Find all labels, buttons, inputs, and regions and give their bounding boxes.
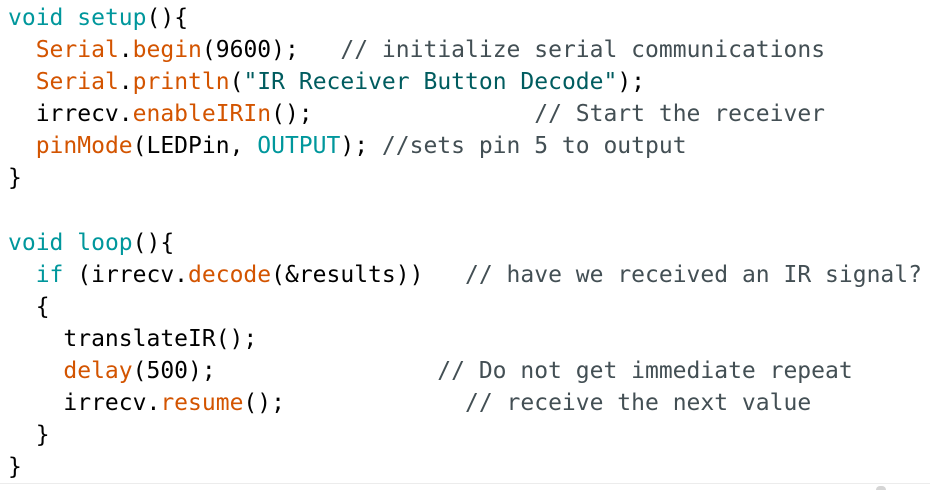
code-token: //sets pin 5 to output bbox=[381, 133, 687, 160]
code-token: // have we received an IR signal? bbox=[465, 261, 922, 288]
code-token: Serial bbox=[35, 37, 119, 64]
code-token: (LEDPin, bbox=[132, 133, 258, 160]
code-line: pinMode(LEDPin, OUTPUT); //sets pin 5 to… bbox=[8, 130, 930, 162]
code-token: } bbox=[8, 165, 22, 192]
code-token: (9600); bbox=[201, 37, 341, 64]
code-line: if (irrecv.decode(&results)) // have we … bbox=[8, 259, 930, 291]
code-token: void bbox=[8, 229, 64, 256]
code-token: OUTPUT bbox=[257, 133, 341, 160]
code-token: resume bbox=[160, 390, 244, 417]
code-token: translateIR(); bbox=[8, 325, 258, 352]
code-token: } bbox=[8, 454, 22, 481]
code-token: (); bbox=[271, 101, 535, 128]
code-token: begin bbox=[132, 37, 202, 64]
code-line: { bbox=[8, 291, 930, 323]
code-line: translateIR(); bbox=[8, 323, 930, 355]
code-token: (irrecv. bbox=[63, 261, 189, 288]
code-token: loop bbox=[77, 229, 133, 256]
code-line: Serial.println("IR Receiver Button Decod… bbox=[8, 66, 930, 98]
editor-bottom-edge bbox=[0, 483, 930, 490]
code-token: Serial bbox=[35, 69, 119, 96]
code-line: Serial.begin(9600); // initialize serial… bbox=[8, 34, 930, 66]
code-line: irrecv.resume(); // receive the next val… bbox=[8, 387, 930, 419]
code-token: (); bbox=[243, 390, 465, 417]
code-token: (){ bbox=[146, 5, 189, 31]
code-token: // receive the next value bbox=[464, 390, 812, 417]
code-token: (500); bbox=[132, 358, 438, 385]
code-token: void bbox=[8, 5, 64, 31]
code-token: enableIRIn bbox=[132, 101, 272, 128]
code-token: (){ bbox=[132, 229, 175, 256]
code-editor[interactable]: void setup(){ Serial.begin(9600); // ini… bbox=[8, 2, 930, 490]
code-token: { bbox=[8, 293, 50, 320]
code-token: // Start the receiver bbox=[534, 101, 826, 128]
code-token: } bbox=[8, 422, 50, 449]
code-line: } bbox=[8, 419, 930, 451]
code-token: (&results)) bbox=[271, 261, 465, 288]
code-token: ); bbox=[340, 133, 382, 160]
code-line: void setup(){ bbox=[8, 2, 930, 34]
code-token: if bbox=[35, 261, 64, 288]
scrollbar-thumb[interactable] bbox=[876, 486, 886, 490]
code-line: } bbox=[8, 162, 930, 194]
code-token: println bbox=[132, 69, 230, 96]
code-line: delay(500); // Do not get immediate repe… bbox=[8, 355, 930, 387]
code-token: ); bbox=[617, 69, 646, 96]
code-token: setup bbox=[77, 5, 147, 31]
code-token: // initialize serial communications bbox=[340, 37, 826, 64]
code-token: pinMode bbox=[35, 133, 133, 160]
code-token: delay bbox=[63, 358, 133, 385]
code-token: // Do not get immediate repeat bbox=[437, 358, 853, 385]
code-line: irrecv.enableIRIn(); // Start the receiv… bbox=[8, 98, 930, 130]
code-token: . bbox=[118, 69, 133, 96]
code-token: irrecv. bbox=[8, 101, 133, 128]
code-token: decode bbox=[188, 261, 272, 288]
code-token: . bbox=[118, 37, 133, 64]
code-line: void loop(){ bbox=[8, 227, 930, 259]
code-token: irrecv. bbox=[8, 390, 161, 417]
code-token: "IR Receiver Button Decode" bbox=[243, 69, 618, 96]
code-line: } bbox=[8, 451, 930, 483]
code-token: ( bbox=[229, 69, 244, 96]
